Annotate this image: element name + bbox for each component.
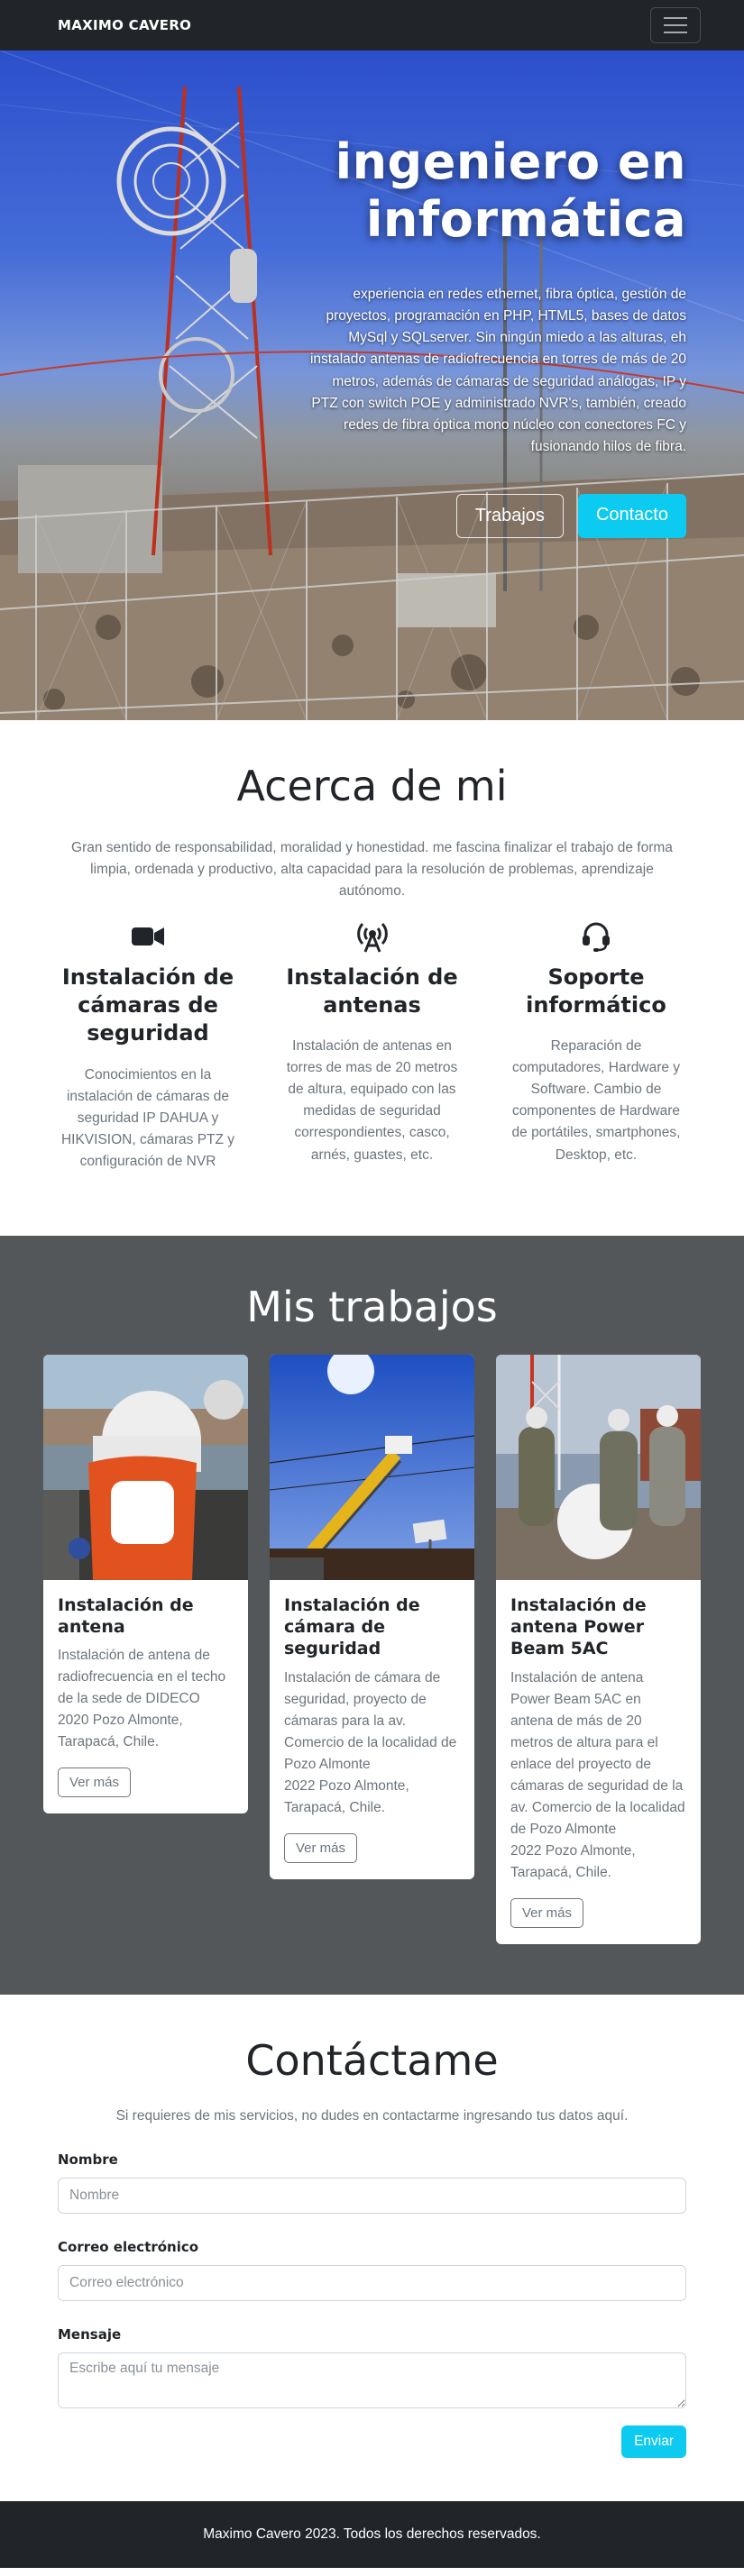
contact-section: Contáctame Si requieres de mis servicios… xyxy=(0,1995,744,2501)
feature-title: Instalación de antenas xyxy=(286,964,458,1019)
work-card-text: Instalación de antena Power Beam 5AC en … xyxy=(510,1669,685,1880)
feature-title: Soporte informático xyxy=(526,964,666,1019)
ver-mas-button[interactable]: Ver más xyxy=(510,1897,584,1928)
ver-mas-button[interactable]: Ver más xyxy=(58,1768,132,1798)
ver-mas-button[interactable]: Ver más xyxy=(284,1832,358,1863)
message-textarea[interactable] xyxy=(58,2352,686,2408)
email-input[interactable] xyxy=(58,2264,686,2301)
name-field-group: Nombre xyxy=(58,2151,686,2214)
work-card-title: Instalación de cámara de seguridad xyxy=(284,1594,420,1659)
work-card-body: Instalación de cámara de seguridad Insta… xyxy=(270,1580,474,1879)
contact-title: Contáctame xyxy=(245,2035,499,2085)
contact-form: Nombre Correo electrónico Mensaje Enviar xyxy=(58,2151,686,2458)
hero-content: ingeniero en informática experiencia en … xyxy=(308,133,686,538)
work-card: Instalación de cámara de seguridad Insta… xyxy=(270,1354,474,1879)
footer-text: Maximo Cavero 2023. Todos los derechos r… xyxy=(203,2526,541,2542)
feature-text: Conocimientos en la instalación de cámar… xyxy=(60,1066,235,1169)
feature-item: Instalación de cámaras de seguridad Cono… xyxy=(58,918,238,1173)
features-list: Instalación de cámaras de seguridad Cono… xyxy=(58,918,686,1173)
feature-text: Instalación de antenas en torres de mas … xyxy=(286,1038,458,1163)
work-card-image xyxy=(496,1354,701,1580)
feature-title: Instalación de cámaras de seguridad xyxy=(61,964,234,1046)
headset-icon xyxy=(578,918,614,955)
hamburger-icon-bar xyxy=(664,24,687,26)
work-card-title: Instalación de antena Power Beam 5AC xyxy=(510,1594,647,1659)
work-card-body: Instalación de antena Instalación de ant… xyxy=(43,1580,248,1814)
submit-button[interactable]: Enviar xyxy=(621,2425,686,2458)
video-camera-icon xyxy=(130,918,166,955)
hamburger-icon xyxy=(664,17,687,19)
work-card-image xyxy=(43,1354,248,1580)
brand-logo[interactable]: MAXIMO CAVERO xyxy=(58,17,191,33)
about-section: Acerca de mi Gran sentido de responsabil… xyxy=(0,720,744,1236)
feature-item: Soporte informático Reparación de comput… xyxy=(506,918,686,1173)
hero-section: ingeniero en informática experiencia en … xyxy=(0,50,744,720)
work-card-text: Instalación de cámara de seguridad, proy… xyxy=(284,1669,457,1815)
message-field-group: Mensaje xyxy=(58,2326,686,2413)
hero-buttons: Trabajos Contacto xyxy=(308,493,686,538)
work-card-image xyxy=(270,1354,474,1580)
message-label: Mensaje xyxy=(58,2325,122,2343)
about-text: Gran sentido de responsabilidad, moralid… xyxy=(71,840,673,900)
works-title: Mis trabajos xyxy=(246,1282,498,1331)
submit-row: Enviar xyxy=(58,2425,686,2458)
work-card-title: Instalación de antena xyxy=(58,1594,194,1637)
hero-description: experiencia en redes ethernet, fibra ópt… xyxy=(309,287,686,454)
contacto-button[interactable]: Contacto xyxy=(577,493,686,538)
work-card-text: Instalación de antena de radiofrecuencia… xyxy=(58,1648,226,1750)
works-section: Mis trabajos Instalación de antena Insta… xyxy=(0,1235,744,1995)
name-input[interactable] xyxy=(58,2177,686,2214)
email-label: Correo electrónico xyxy=(58,2238,199,2255)
trabajos-button[interactable]: Trabajos xyxy=(455,493,564,538)
menu-toggle-button[interactable] xyxy=(650,7,701,43)
contact-text: Si requieres de mis servicios, no dudes … xyxy=(115,2107,629,2124)
feature-text: Reparación de computadores, Hardware y S… xyxy=(511,1038,681,1163)
works-cards: Instalación de antena Instalación de ant… xyxy=(43,1354,701,1944)
feature-item: Instalación de antenas Instalación de an… xyxy=(282,918,463,1173)
navbar: MAXIMO CAVERO xyxy=(0,0,744,50)
about-title: Acerca de mi xyxy=(236,762,508,810)
broadcast-antenna-icon xyxy=(354,918,390,955)
work-card-body: Instalación de antena Power Beam 5AC Ins… xyxy=(496,1580,701,1944)
hamburger-icon-bar xyxy=(664,32,687,33)
work-card: Instalación de antena Instalación de ant… xyxy=(43,1354,248,1814)
hero-title: ingeniero en informática xyxy=(335,133,686,248)
name-label: Nombre xyxy=(58,2151,118,2168)
email-field-group: Correo electrónico xyxy=(58,2239,686,2301)
footer: Maximo Cavero 2023. Todos los derechos r… xyxy=(0,2500,744,2568)
work-card: Instalación de antena Power Beam 5AC Ins… xyxy=(496,1354,701,1944)
